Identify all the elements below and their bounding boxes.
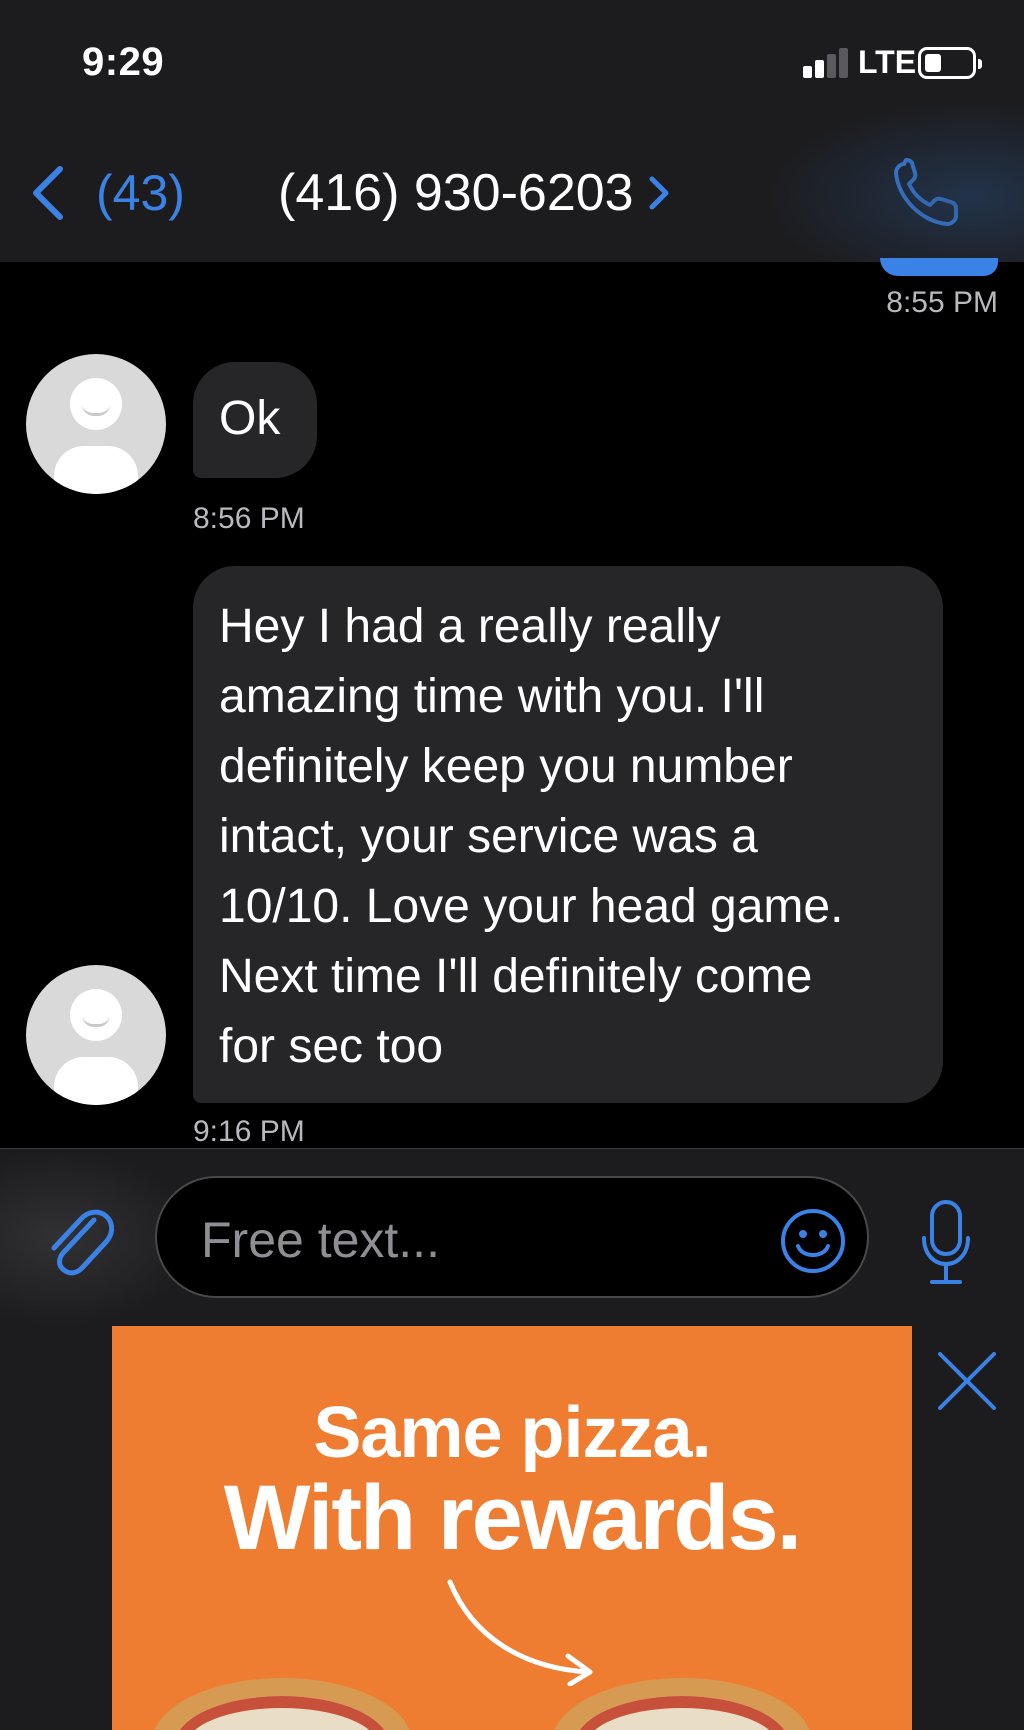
outgoing-bubble-partial <box>880 258 998 276</box>
message-input[interactable]: Free text... <box>155 1176 869 1298</box>
battery-icon <box>918 47 982 79</box>
messaging-screen: 9:29 LTE (43) (416) 930-6203 8:55 PM Ok … <box>0 0 1024 1730</box>
emoji-icon[interactable] <box>780 1208 846 1274</box>
ad-banner[interactable]: Same pizza. With rewards. <box>112 1326 912 1730</box>
contact-avatar <box>26 965 166 1105</box>
pizza-image <box>152 1678 412 1730</box>
message-line: 10/10. Love your head game. <box>219 880 844 933</box>
message-timestamp: 9:16 PM <box>193 1115 305 1148</box>
message-line: for sec too <box>219 1020 444 1073</box>
contact-name: (416) 930-6203 <box>278 164 634 222</box>
message-line: amazing time with you. I'll <box>219 670 765 723</box>
close-icon[interactable] <box>936 1350 998 1412</box>
arrow-icon <box>447 1579 593 1686</box>
microphone-icon[interactable] <box>918 1198 974 1286</box>
paperclip-icon[interactable] <box>42 1200 114 1280</box>
phone-call-icon[interactable] <box>890 156 964 230</box>
message-line: Next time I'll definitely come <box>219 950 813 1003</box>
network-type: LTE <box>858 44 917 80</box>
message-text: Ok <box>219 392 281 445</box>
ad-subheadline: With rewards. <box>223 1467 802 1569</box>
message-timestamp: 8:56 PM <box>193 502 305 535</box>
incoming-message-bubble[interactable]: Hey I had a really really amazing time w… <box>193 566 943 1103</box>
back-button[interactable]: (43) <box>28 158 185 228</box>
status-time: 9:29 <box>82 40 165 84</box>
message-line: Hey I had a really really <box>219 600 721 653</box>
message-timestamp: 8:55 PM <box>886 286 998 319</box>
top-bar: 9:29 LTE (43) (416) 930-6203 <box>0 0 1024 262</box>
incoming-message-bubble[interactable]: Ok <box>193 362 317 478</box>
chevron-right-icon <box>649 176 669 210</box>
contact-header[interactable]: (416) 930-6203 <box>278 160 670 226</box>
message-input-placeholder: Free text... <box>201 1212 440 1268</box>
message-line: definitely keep you number <box>219 740 793 793</box>
ad-headline: Same pizza. <box>313 1393 711 1473</box>
unread-count: (43) <box>96 165 185 221</box>
chevron-left-icon <box>33 166 63 220</box>
signal-strength-icon <box>803 48 851 78</box>
message-line: intact, your service was a <box>219 810 758 863</box>
contact-avatar <box>26 354 166 494</box>
